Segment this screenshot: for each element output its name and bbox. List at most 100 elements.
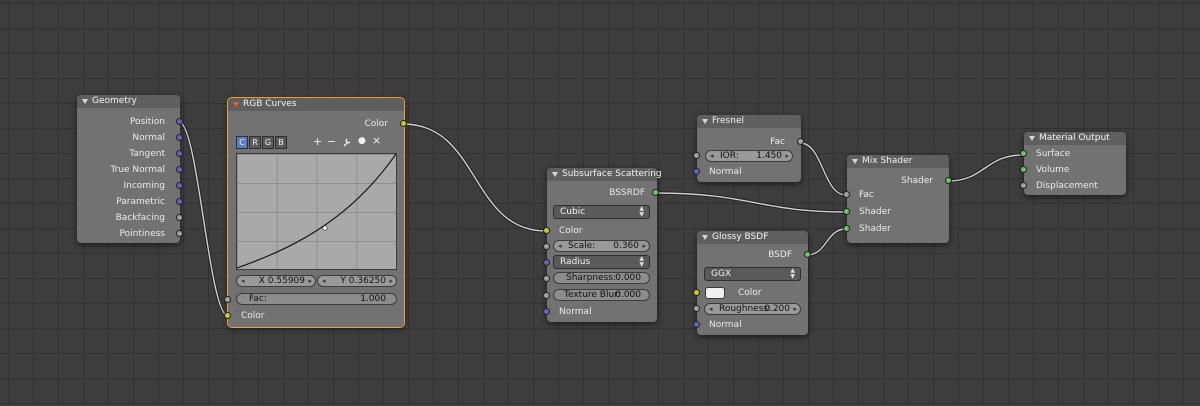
- glossy-bsdf-node[interactable]: Glossy BSDF BSDF GGX ▲ ▼ Color ◂ Roughnes…: [693, 231, 811, 335]
- node-header[interactable]: RGB Curves: [228, 98, 404, 111]
- collapse-triangle-icon[interactable]: [852, 159, 858, 164]
- socket-color-input[interactable]: [543, 227, 550, 234]
- node-header[interactable]: Glossy BSDF: [697, 231, 808, 244]
- socket-incoming[interactable]: [176, 182, 183, 189]
- left-arrow-icon[interactable]: ◂: [322, 276, 326, 286]
- left-arrow-icon[interactable]: ◂: [710, 151, 714, 161]
- curve-y-field[interactable]: ◂ Y 0.36250 ▸: [317, 275, 397, 287]
- y-value: Y 0.36250: [340, 276, 386, 286]
- socket-parametric[interactable]: [176, 198, 183, 205]
- left-arrow-icon[interactable]: ◂: [709, 304, 713, 314]
- zoom-in-icon[interactable]: +: [313, 136, 322, 147]
- socket-shader-output[interactable]: [945, 177, 952, 184]
- socket-color-input[interactable]: [693, 289, 700, 296]
- socket-sharpness-input[interactable]: [543, 275, 550, 282]
- socket-surface-input[interactable]: [1020, 150, 1027, 157]
- channel-c-button[interactable]: C: [236, 136, 248, 149]
- socket-backfacing[interactable]: [176, 214, 183, 221]
- socket-normal[interactable]: [176, 134, 183, 141]
- socket-bsdf-output[interactable]: [804, 251, 811, 258]
- right-arrow-icon[interactable]: ▸: [642, 241, 646, 251]
- updown-arrows-icon: ▲ ▼: [790, 267, 795, 280]
- socket-tangent[interactable]: [176, 150, 183, 157]
- channel-g-button[interactable]: G: [262, 136, 274, 149]
- socket-fac-input[interactable]: [843, 191, 850, 198]
- rgb-curves-node[interactable]: RGB Curves Color C R G B + − ● × ◂ X 0.5…: [224, 97, 407, 328]
- collapse-triangle-icon[interactable]: [233, 102, 239, 107]
- node-header[interactable]: Material Output: [1024, 132, 1126, 145]
- node-header[interactable]: Fresnel: [697, 115, 801, 128]
- socket-shader-2-input[interactable]: [843, 225, 850, 232]
- channel-b-button[interactable]: B: [275, 136, 287, 149]
- socket-normal-input[interactable]: [693, 168, 700, 175]
- geometry-node[interactable]: Geometry Position Normal Tangent True No…: [77, 95, 183, 243]
- socket-color-output[interactable]: [400, 120, 407, 127]
- socket-scale-input[interactable]: [543, 243, 550, 250]
- color-swatch[interactable]: [705, 287, 725, 299]
- roughness-field[interactable]: ◂ Roughness: 0.200 ▸: [704, 303, 801, 315]
- falloff-dropdown[interactable]: Cubic ▲ ▼: [553, 205, 650, 219]
- socket-true-normal[interactable]: [176, 166, 183, 173]
- reset-x-icon[interactable]: ×: [372, 135, 381, 146]
- input-color-label: Color: [738, 288, 762, 298]
- node-header[interactable]: Geometry: [77, 95, 180, 108]
- input-color-label: Color: [559, 226, 583, 236]
- socket-displacement-input[interactable]: [1020, 182, 1027, 189]
- socket-ior-input[interactable]: [693, 152, 700, 159]
- fresnel-node[interactable]: Fresnel Fac ◂ IOR: 1.450 ▸ Normal: [693, 115, 804, 182]
- distribution-dropdown[interactable]: GGX ▲ ▼: [704, 267, 801, 281]
- collapse-triangle-icon[interactable]: [82, 99, 88, 104]
- ior-field[interactable]: ◂ IOR: 1.450 ▸: [705, 150, 793, 162]
- collapse-triangle-icon[interactable]: [552, 172, 558, 177]
- socket-bssrdf-output[interactable]: [652, 189, 659, 196]
- socket-fac-output[interactable]: [797, 138, 804, 145]
- subsurface-scattering-node[interactable]: Subsurface Scattering BSSRDF Cubic ▲ ▼ Co…: [543, 168, 662, 322]
- input-normal-label: Normal: [709, 320, 742, 330]
- collapse-triangle-icon[interactable]: [702, 119, 708, 124]
- socket-pointiness[interactable]: [176, 230, 183, 237]
- node-title: Mix Shader: [862, 156, 913, 166]
- fac-field[interactable]: Fac: 1.000: [236, 293, 397, 305]
- clip-dot-icon[interactable]: ●: [358, 136, 366, 147]
- left-arrow-icon[interactable]: ◂: [558, 241, 562, 251]
- mix-shader-node[interactable]: Mix Shader Shader Fac Shader Shader: [843, 155, 952, 243]
- left-arrow-icon[interactable]: ◂: [241, 276, 245, 286]
- socket-position[interactable]: [176, 118, 183, 125]
- right-arrow-icon[interactable]: ▸: [793, 304, 797, 314]
- sharpness-field[interactable]: Sharpness: 0.000: [553, 272, 650, 284]
- wrench-icon[interactable]: [342, 137, 352, 147]
- node-header[interactable]: Subsurface Scattering: [547, 168, 662, 181]
- material-output-node[interactable]: Material Output Surface Volume Displacem…: [1020, 132, 1126, 195]
- socket-normal-input[interactable]: [693, 321, 700, 328]
- node-title: Material Output: [1039, 133, 1110, 143]
- socket-color-input[interactable]: [224, 312, 231, 319]
- socket-roughness-input[interactable]: [693, 305, 700, 312]
- socket-shader-1-input[interactable]: [843, 208, 850, 215]
- zoom-out-icon[interactable]: −: [327, 136, 336, 147]
- texture-blur-field[interactable]: Texture Blur: 0.000: [553, 289, 650, 301]
- output-tangent-label: Tangent: [129, 149, 165, 159]
- scale-field[interactable]: ◂ Scale: 0.360 ▸: [553, 240, 650, 252]
- collapse-triangle-icon[interactable]: [702, 235, 708, 240]
- socket-normal-input[interactable]: [543, 308, 550, 315]
- input-surface-label: Surface: [1036, 149, 1071, 159]
- right-arrow-icon[interactable]: ▸: [785, 151, 789, 161]
- ior-value: 1.450: [756, 151, 782, 161]
- socket-texture-blur-input[interactable]: [543, 292, 550, 299]
- collapse-triangle-icon[interactable]: [1029, 136, 1035, 141]
- channel-r-button[interactable]: R: [249, 136, 261, 149]
- socket-volume-input[interactable]: [1020, 166, 1027, 173]
- right-arrow-icon[interactable]: ▸: [389, 276, 393, 286]
- node-title: Glossy BSDF: [712, 232, 769, 242]
- output-color-label: Color: [364, 119, 389, 129]
- curve-x-field[interactable]: ◂ X 0.55909 ▸: [236, 275, 316, 287]
- curve-editor[interactable]: [236, 153, 397, 270]
- socket-fac-input[interactable]: [224, 296, 231, 303]
- right-arrow-icon[interactable]: ▸: [308, 276, 312, 286]
- socket-radius-input[interactable]: [543, 259, 550, 266]
- radius-dropdown[interactable]: Radius ▲ ▼: [553, 255, 650, 269]
- output-true-normal-label: True Normal: [110, 165, 165, 175]
- node-header[interactable]: Mix Shader: [847, 155, 949, 168]
- input-shader-1-label: Shader: [859, 207, 891, 217]
- falloff-value: Cubic: [560, 207, 586, 217]
